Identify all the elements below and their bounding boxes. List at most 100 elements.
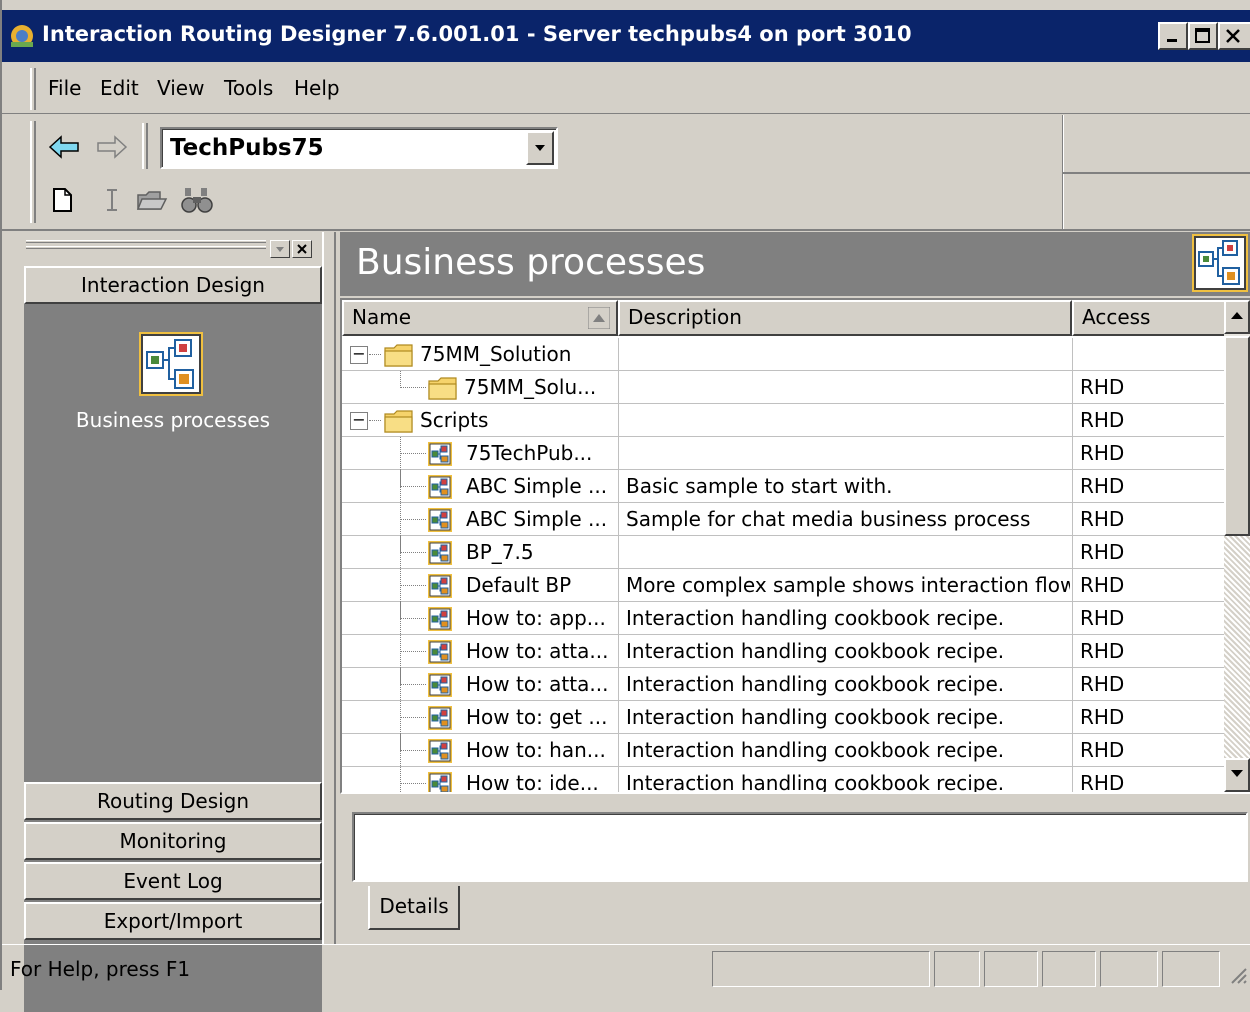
toolbar-grip[interactable] — [30, 121, 36, 223]
row-description: Sample for chat media business process — [626, 507, 1031, 531]
scroll-track[interactable] — [1224, 536, 1250, 758]
row-access: RHD — [1080, 408, 1125, 432]
table-row[interactable]: How to: get ... Interaction handling cook… — [342, 701, 1226, 734]
folder-icon — [384, 344, 413, 367]
binoculars-icon[interactable] — [180, 185, 214, 215]
menu-grip[interactable] — [30, 68, 36, 110]
toolbar: TechPubs75 — [2, 115, 1250, 231]
column-header-name[interactable]: Name — [342, 300, 618, 336]
forward-arrow-icon[interactable] — [94, 133, 128, 161]
status-text: For Help, press F1 — [10, 957, 191, 981]
status-pane — [1100, 951, 1158, 987]
table-row[interactable]: Default BP More complex sample shows inte… — [342, 569, 1226, 602]
row-name: 75MM_Solution — [420, 342, 572, 366]
scroll-up-button[interactable] — [1224, 300, 1250, 334]
title-bar[interactable]: Interaction Routing Designer 7.6.001.01 … — [2, 10, 1250, 62]
table-row[interactable]: ABC Simple ... Basic sample to start with… — [342, 470, 1226, 503]
chevron-down-icon — [1231, 770, 1243, 777]
business-processes-icon[interactable] — [139, 332, 203, 396]
menu-tools[interactable]: Tools — [224, 76, 273, 100]
row-name: How to: ide... — [466, 771, 599, 794]
chevron-up-icon — [1231, 312, 1243, 319]
row-name: ABC Simple ... — [466, 507, 608, 531]
row-description: Interaction handling cookbook recipe. — [626, 606, 1005, 630]
group-routing-design[interactable]: Routing Design — [24, 782, 322, 820]
maximize-button[interactable] — [1188, 22, 1218, 50]
navigation-pane: Interaction Design Business processes Ro… — [24, 232, 322, 1012]
tree-connector — [400, 486, 426, 487]
row-description: Interaction handling cookbook recipe. — [626, 738, 1005, 762]
new-document-icon[interactable] — [52, 187, 74, 213]
tree-connector — [400, 750, 426, 751]
tenant-combobox[interactable]: TechPubs75 — [160, 127, 558, 169]
pane-menu-button[interactable] — [270, 240, 290, 258]
chevron-down-icon — [276, 247, 284, 252]
text-cursor-icon[interactable] — [102, 187, 122, 213]
tree-connector — [400, 371, 401, 388]
back-arrow-icon[interactable] — [48, 133, 82, 161]
group-interaction-design[interactable]: Interaction Design — [24, 266, 322, 304]
tree-connector — [400, 552, 426, 553]
dropdown-button[interactable] — [526, 131, 554, 165]
tree-connector — [400, 387, 426, 388]
table-row[interactable]: How to: app... Interaction handling cookb… — [342, 602, 1226, 635]
vertical-scrollbar[interactable] — [1224, 300, 1250, 792]
scroll-thumb[interactable] — [1224, 336, 1250, 536]
collapse-toggle[interactable]: − — [350, 346, 368, 364]
menu-help[interactable]: Help — [294, 76, 340, 100]
content-header: Business processes — [340, 232, 1250, 296]
tree-connector — [400, 651, 426, 652]
collapse-toggle[interactable]: − — [350, 412, 368, 430]
table-row[interactable]: How to: ide... Interaction handling cookb… — [342, 767, 1226, 794]
column-header-description[interactable]: Description — [618, 300, 1072, 336]
scroll-down-button[interactable] — [1224, 758, 1250, 792]
pane-header — [24, 232, 322, 264]
resize-grip-icon[interactable] — [1228, 965, 1248, 985]
table-row[interactable]: 75MM_Solu... RHD — [342, 371, 1226, 404]
row-name: How to: atta... — [466, 639, 609, 663]
row-description: Interaction handling cookbook recipe. — [626, 705, 1005, 729]
group-export-import[interactable]: Export/Import — [24, 902, 322, 940]
pane-close-button[interactable] — [292, 240, 312, 258]
app-window: Interaction Routing Designer 7.6.001.01 … — [0, 0, 1250, 1012]
group-monitoring[interactable]: Monitoring — [24, 822, 322, 860]
business-process-icon — [428, 673, 452, 697]
table-row[interactable]: − Scripts RHD — [342, 404, 1226, 437]
group-event-log[interactable]: Event Log — [24, 862, 322, 900]
table-row[interactable]: ABC Simple ... Sample for chat media busi… — [342, 503, 1226, 536]
menu-edit[interactable]: Edit — [100, 76, 139, 100]
menu-file[interactable]: File — [48, 76, 81, 100]
menu-view[interactable]: View — [157, 76, 204, 100]
table-row[interactable]: − 75MM_Solution — [342, 338, 1226, 371]
minimize-button[interactable] — [1158, 22, 1188, 50]
business-process-table: Name Description Access − 75MM_Solution 75… — [340, 298, 1250, 794]
table-row[interactable]: How to: atta... Interaction handling cook… — [342, 635, 1226, 668]
open-folder-icon[interactable] — [136, 187, 170, 213]
table-row[interactable]: BP_7.5 RHD — [342, 536, 1226, 569]
table-row[interactable]: How to: atta... Interaction handling cook… — [342, 668, 1226, 701]
close-button[interactable] — [1218, 22, 1250, 50]
status-pane — [1162, 951, 1220, 987]
pane-grip-line[interactable] — [26, 240, 266, 243]
row-access: RHD — [1080, 606, 1125, 630]
tab-details[interactable]: Details — [368, 886, 460, 930]
business-processes-label[interactable]: Business processes — [24, 408, 322, 432]
table-row[interactable]: 75TechPub... RHD — [342, 437, 1226, 470]
row-name: 75MM_Solu... — [464, 375, 597, 399]
row-name: How to: app... — [466, 606, 606, 630]
chevron-down-icon — [535, 145, 545, 151]
row-description: More complex sample shows interaction fl… — [626, 573, 1070, 597]
business-process-icon — [428, 739, 452, 763]
pane-grip-line[interactable] — [26, 246, 266, 249]
table-row[interactable]: How to: han... Interaction handling cookb… — [342, 734, 1226, 767]
row-description — [626, 536, 1070, 569]
folder-icon — [384, 410, 413, 433]
row-access: RHD — [1080, 738, 1125, 762]
column-header-access[interactable]: Access — [1072, 300, 1226, 336]
pane-splitter[interactable] — [322, 232, 336, 944]
status-pane — [934, 951, 980, 987]
folder-icon — [428, 377, 457, 400]
tree-connector — [400, 437, 401, 792]
app-icon — [11, 25, 33, 47]
tenant-value: TechPubs75 — [170, 135, 324, 161]
